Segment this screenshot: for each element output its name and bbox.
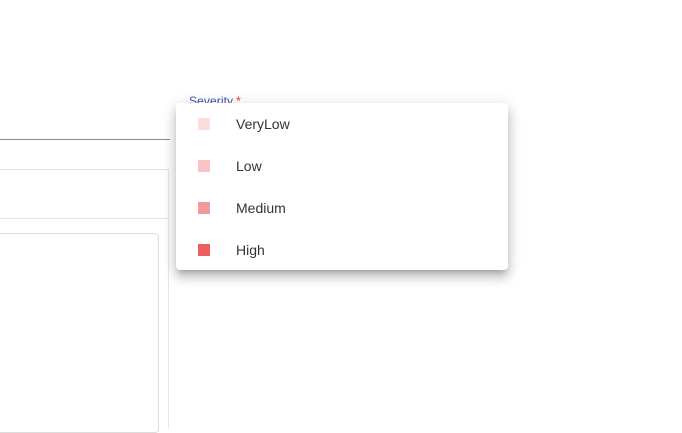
severity-option-label: VeryLow — [236, 116, 290, 132]
severity-option-high[interactable]: High — [176, 229, 508, 271]
severity-option-verylow[interactable]: VeryLow — [176, 103, 508, 145]
severity-dropdown-menu: VeryLow Low Medium High — [176, 103, 508, 270]
severity-swatch-verylow — [198, 118, 210, 130]
severity-option-low[interactable]: Low — [176, 145, 508, 187]
severity-option-medium[interactable]: Medium — [176, 187, 508, 229]
left-content-box — [0, 233, 159, 433]
severity-swatch-high — [198, 244, 210, 256]
left-input-underline — [0, 139, 170, 140]
severity-option-label: Low — [236, 158, 262, 174]
severity-option-label: Medium — [236, 200, 286, 216]
severity-option-label: High — [236, 242, 265, 258]
severity-swatch-medium — [198, 202, 210, 214]
left-panel-divider — [0, 218, 169, 219]
severity-swatch-low — [198, 160, 210, 172]
